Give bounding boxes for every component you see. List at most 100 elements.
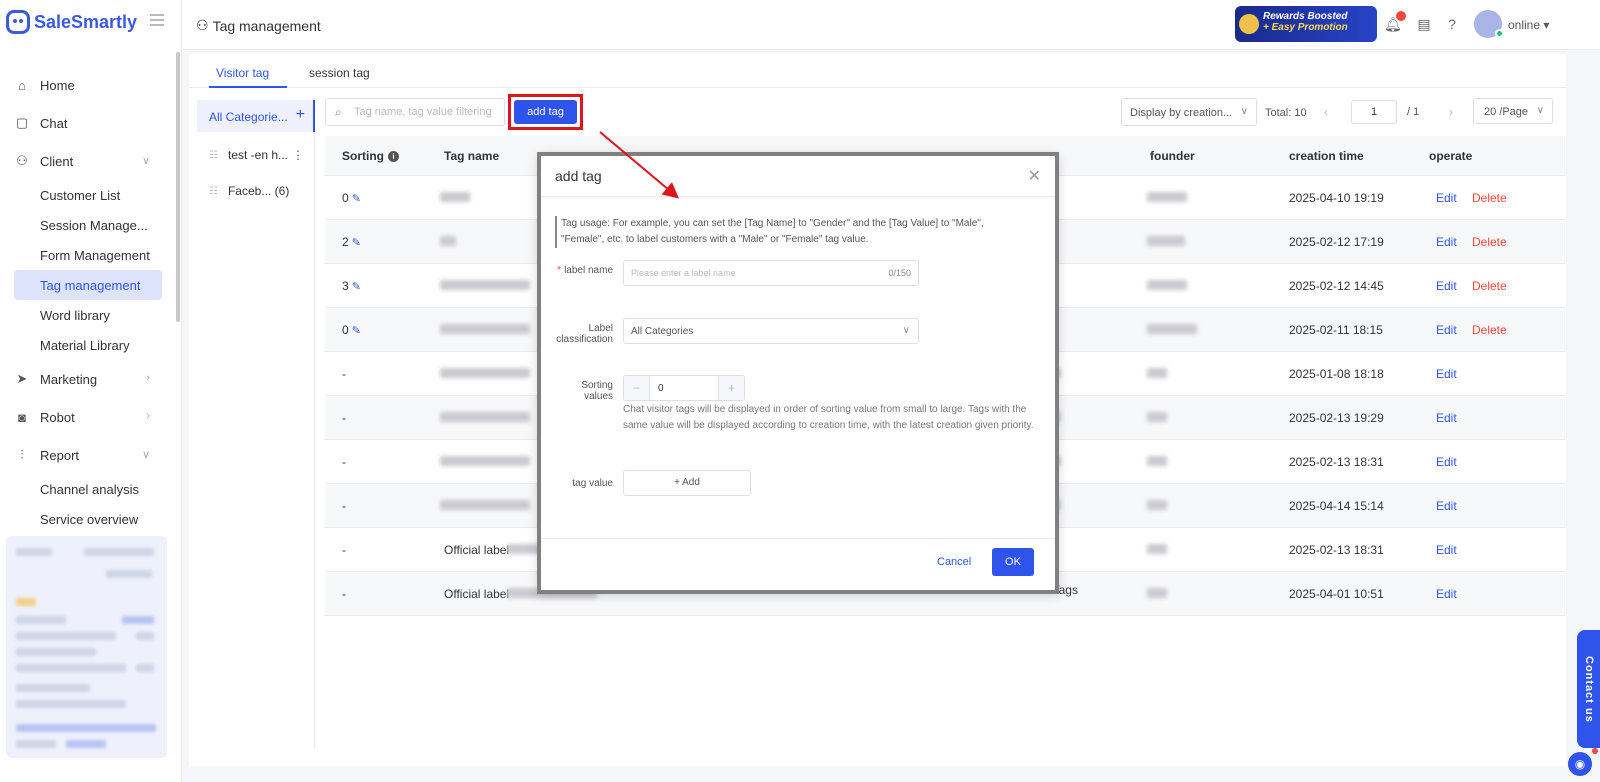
blurred-cell (440, 192, 470, 202)
edit-link[interactable]: Edit (1436, 543, 1457, 557)
active-tab-indicator (209, 86, 287, 88)
chevron-down-icon: ∨ (902, 325, 910, 336)
delete-link[interactable]: Delete (1472, 279, 1507, 293)
sort-cell: - (342, 411, 346, 425)
page-input[interactable]: 1 (1351, 100, 1397, 124)
blurred-cell (440, 236, 456, 246)
page-of: / 1 (1407, 106, 1420, 118)
blurred-cell (440, 280, 530, 290)
sidebar-scrollbar[interactable] (176, 52, 180, 322)
menu-toggle-icon[interactable] (150, 14, 164, 26)
sorting-value-stepper[interactable]: − 0 + (623, 375, 745, 401)
add-tag-button[interactable]: add tag (514, 100, 577, 124)
blurred-cell (440, 456, 530, 466)
label-classification-select[interactable]: All Categories ∨ (623, 318, 919, 344)
add-tag-value-button[interactable]: + Add (623, 470, 751, 496)
drag-handle-icon[interactable]: ☷ (209, 186, 218, 197)
blurred-cell (440, 500, 530, 510)
next-page-icon[interactable]: › (1449, 105, 1453, 119)
page-size-select[interactable]: 20 /Page ∨ (1473, 98, 1553, 124)
edit-link[interactable]: Edit (1436, 455, 1457, 469)
help-icon[interactable]: ? (1444, 16, 1460, 32)
users-icon: ⚇ (16, 153, 28, 168)
add-category-icon[interactable]: + (296, 106, 305, 124)
sidebar-item-report[interactable]: ⫶ Report ∨ (0, 436, 176, 474)
prev-page-icon[interactable]: ‹ (1324, 105, 1328, 119)
sidebar-item-marketing[interactable]: ➤ Marketing › (0, 360, 176, 398)
edit-sort-icon[interactable]: ✎ (352, 281, 361, 293)
sorting-value[interactable]: 0 (658, 383, 664, 394)
delete-link[interactable]: Delete (1472, 191, 1507, 205)
close-icon[interactable]: ✕ (1028, 166, 1041, 186)
col-creation-time: creation time (1289, 149, 1364, 163)
sort-value: - (342, 455, 346, 469)
tab-session-tag[interactable]: session tag (309, 66, 370, 80)
edit-link[interactable]: Edit (1436, 191, 1457, 205)
logo[interactable]: SaleSmartly (6, 10, 137, 34)
creation-time-cell: 2025-04-10 19:19 (1289, 191, 1384, 205)
label-classification-label: Label classification (556, 323, 613, 345)
ok-button[interactable]: OK (992, 548, 1034, 576)
rewards-line2: + Easy Promotion (1263, 22, 1348, 33)
cancel-button[interactable]: Cancel (937, 556, 971, 568)
usage-line2: "Female", etc. to label customers with a… (561, 234, 869, 245)
sidebar-item-chat[interactable]: ▢ Chat (0, 104, 176, 142)
chevron-down-icon: ∨ (1240, 106, 1248, 117)
clipboard-icon[interactable]: ▤ (1416, 16, 1432, 32)
edit-sort-icon[interactable]: ✎ (352, 193, 361, 205)
status-dropdown[interactable]: online ▾ (1508, 18, 1549, 32)
sidebar-subitem-tag-management[interactable]: Tag management (14, 270, 162, 300)
edit-link[interactable]: Edit (1436, 279, 1457, 293)
sort-value: - (342, 543, 346, 557)
sidebar-subitem-material-library[interactable]: Material Library (0, 330, 176, 360)
delete-link[interactable]: Delete (1472, 323, 1507, 337)
sort-value: 0 (342, 323, 349, 337)
nav-menu: ⌂ Home ▢ Chat ⚇ Client ∨ Customer List S… (0, 66, 176, 534)
col-founder: founder (1150, 149, 1195, 163)
edit-link[interactable]: Edit (1436, 235, 1457, 249)
sidebar-subitem-word-library[interactable]: Word library (0, 300, 176, 330)
sidebar-subitem-customer-list[interactable]: Customer List (0, 180, 176, 210)
dialog-title: add tag (555, 168, 602, 184)
tab-visitor-tag[interactable]: Visitor tag (216, 66, 269, 80)
edit-link[interactable]: Edit (1436, 587, 1457, 601)
founder-blurred (1147, 280, 1187, 290)
more-options-icon[interactable]: ⋮ (292, 148, 304, 162)
sidebar-subitem-session-management[interactable]: Session Manage... (0, 210, 176, 240)
sidebar-item-client[interactable]: ⚇ Client ∨ (0, 142, 176, 180)
edit-link[interactable]: Edit (1436, 323, 1457, 337)
sidebar-subitem-channel-analysis[interactable]: Channel analysis (0, 474, 176, 504)
sorting-values-label: Sorting values (581, 380, 613, 402)
label-name-input[interactable]: Please enter a label name 0/150 (623, 260, 919, 286)
category-item[interactable]: ☷ Faceb... (6) (209, 184, 289, 198)
rewards-line1: Rewards Boosted (1263, 11, 1348, 22)
decrement-button[interactable]: − (624, 376, 650, 400)
display-by-select[interactable]: Display by creation... ∨ (1121, 98, 1257, 126)
category-all[interactable]: All Categorie... + (197, 100, 315, 132)
edit-sort-icon[interactable]: ✎ (352, 237, 361, 249)
robot-logo-icon (6, 10, 30, 34)
category-item[interactable]: ☷ test -en h... (209, 148, 288, 162)
edit-sort-icon[interactable]: ✎ (352, 325, 361, 337)
coin-icon (1239, 14, 1259, 34)
sidebar-subitem-service-overview[interactable]: Service overview (0, 504, 176, 534)
chat-bubble-icon[interactable]: ◉ (1568, 752, 1592, 776)
creation-time-cell: 2025-02-13 19:29 (1289, 411, 1384, 425)
blurred-cell (440, 412, 530, 422)
edit-link[interactable]: Edit (1436, 411, 1457, 425)
delete-link[interactable]: Delete (1472, 235, 1507, 249)
page-title: ⚇ Tag management (196, 17, 321, 34)
edit-link[interactable]: Edit (1436, 367, 1457, 381)
sidebar-item-home[interactable]: ⌂ Home (0, 66, 176, 104)
sidebar-item-robot[interactable]: ◙ Robot › (0, 398, 176, 436)
drag-handle-icon[interactable]: ☷ (209, 150, 218, 161)
rewards-banner[interactable]: Rewards Boosted + Easy Promotion (1235, 6, 1377, 42)
search-input[interactable]: ⌕ Tag name, tag value filtering (325, 98, 505, 126)
sort-value: 2 (342, 235, 349, 249)
contact-us-tab[interactable]: Contact us (1577, 630, 1600, 748)
sidebar-subitem-form-management[interactable]: Form Management (0, 240, 176, 270)
info-icon[interactable]: i (388, 151, 399, 163)
sort-value: - (342, 367, 346, 381)
edit-link[interactable]: Edit (1436, 499, 1457, 513)
increment-button[interactable]: + (718, 376, 744, 400)
